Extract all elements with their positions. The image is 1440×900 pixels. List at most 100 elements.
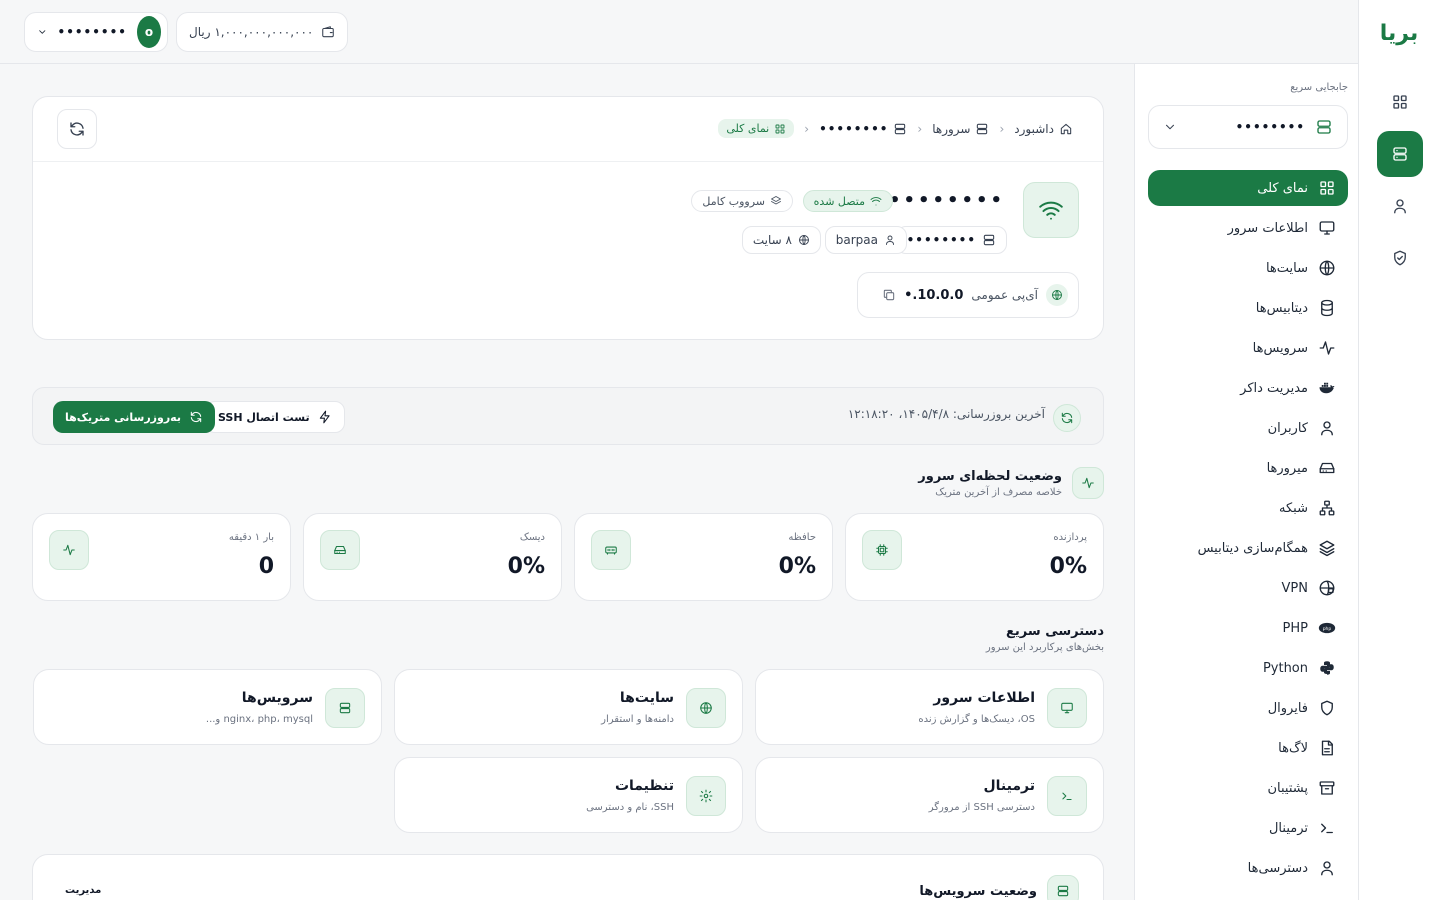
wifi-icon: [1039, 201, 1063, 220]
sync-icon: [1053, 404, 1081, 432]
sidebar-item-logs[interactable]: لاگ‌ها: [1148, 730, 1348, 766]
sidebar-item-label: ترمینال: [1268, 820, 1308, 836]
globe-icon: [1319, 260, 1335, 276]
sidebar-item-services[interactable]: سرویس‌ها: [1148, 330, 1348, 366]
quick-access-sites[interactable]: سایت‌ها دامنه‌ها و استقرار: [394, 669, 743, 745]
rail-security-button[interactable]: [1377, 235, 1423, 281]
breadcrumb-servers-label: سرورها: [932, 121, 971, 136]
status-badge: متصل شده: [802, 190, 893, 212]
quick-switch-select[interactable]: ••••••••: [1148, 105, 1348, 149]
sidebar-item-php[interactable]: php PHP: [1148, 610, 1348, 646]
server-icon: [325, 688, 365, 728]
breadcrumb-servers[interactable]: سرورها: [932, 122, 989, 136]
sidebar-item-label: لاگ‌ها: [1278, 740, 1308, 756]
metric-label: بار ۱ دقیقه: [228, 532, 274, 543]
server-icon: [1317, 120, 1331, 134]
balance-amount: ۱,۰۰۰,۰۰۰,۰۰۰,۰۰۰ ریال: [189, 25, 314, 39]
quick-access-title-label: اطلاعات سرور: [933, 690, 1035, 706]
sidebar-nav: نمای کلی اطلاعات سرور سایت‌ها دیتابیس‌ها…: [1148, 170, 1348, 890]
quick-access-header: دسترسی سریع بخش‌های پرکاربرد این سرور: [986, 624, 1104, 653]
refresh-metrics-label: به‌روزرسانی متریک‌ها: [65, 410, 181, 424]
sidebar-item-network[interactable]: شبکه: [1148, 490, 1348, 526]
wallet-icon: [322, 26, 335, 38]
refresh-metrics-button[interactable]: به‌روزرسانی متریک‌ها: [53, 401, 215, 433]
docker-icon: [1319, 382, 1335, 394]
chevron-left-icon: ‹: [804, 121, 810, 136]
sidebar-item-vpn[interactable]: VPN: [1148, 570, 1348, 606]
manage-link[interactable]: مدیریت: [65, 885, 101, 896]
wallet-balance[interactable]: ۱,۰۰۰,۰۰۰,۰۰۰,۰۰۰ ریال: [176, 12, 349, 52]
sidebar-item-overview[interactable]: نمای کلی: [1148, 170, 1348, 206]
stack-label: سرووب کامل: [702, 194, 765, 208]
monitor-icon: [1319, 221, 1335, 235]
sidebar-item-firewall[interactable]: فایروال: [1148, 690, 1348, 726]
user-menu[interactable]: o ••••••••: [24, 12, 168, 52]
refresh-button[interactable]: [57, 109, 97, 149]
rail-users-button[interactable]: [1377, 183, 1423, 229]
memory-icon: [591, 530, 631, 570]
sidebar-item-mirrors[interactable]: میرورها: [1148, 450, 1348, 486]
live-status-title: وضعیت لحظه‌ای سرور: [918, 468, 1062, 484]
quick-access-subtitle-label: دامنه‌ها و استقرار: [601, 714, 674, 725]
breadcrumb-home[interactable]: داشبورد: [1014, 122, 1073, 136]
sidebar-item-users[interactable]: کاربران: [1148, 410, 1348, 446]
copy-icon[interactable]: [882, 288, 896, 302]
cpu-icon: [862, 530, 902, 570]
activity-icon: [49, 530, 89, 570]
sidebar-item-db-sync[interactable]: همگام‌سازی دیتابیس: [1148, 530, 1348, 566]
metric-card-disk: دیسک 0%: [303, 513, 562, 601]
quick-switch-value: ••••••••: [1235, 120, 1305, 134]
shield-icon: [1321, 700, 1333, 716]
user-label: barpaa: [835, 233, 878, 247]
archive-icon: [1319, 781, 1335, 795]
gear-icon: [686, 776, 726, 816]
sidebar-item-python[interactable]: Python: [1148, 650, 1348, 686]
rail-dashboard-button[interactable]: [1377, 79, 1423, 125]
sidebar-item-server-info[interactable]: اطلاعات سرور: [1148, 210, 1348, 246]
ip-value: 10.0.0.•: [904, 287, 964, 303]
server-icon: [1393, 147, 1407, 161]
activity-icon: [1319, 341, 1335, 355]
user-icon: [886, 235, 894, 245]
sidebar-item-backup[interactable]: پشتیبان: [1148, 770, 1348, 806]
live-status-header: وضعیت لحظه‌ای سرور خلاصه مصرف از آخرین م…: [918, 467, 1104, 499]
ip-label: آی‌پی عمومی: [971, 288, 1038, 302]
quick-access-services[interactable]: سرویس‌ها nginx، php، mysql و...: [33, 669, 382, 745]
sidebar-item-label: Python: [1262, 660, 1308, 676]
header-divider: [33, 161, 1103, 162]
breadcrumb-server[interactable]: ••••••••: [819, 122, 907, 136]
metric-card-memory: حافظه 0%: [574, 513, 833, 601]
sidebar-item-databases[interactable]: دیتابیس‌ها: [1148, 290, 1348, 326]
hard-drive-icon: [1319, 462, 1335, 474]
sidebar-item-label: VPN: [1281, 580, 1308, 596]
server-status-icon: [1023, 182, 1079, 238]
monitor-icon: [1047, 688, 1087, 728]
activity-icon: [1072, 467, 1104, 499]
live-status-subtitle: خلاصه مصرف از آخرین متریک: [935, 486, 1062, 498]
sidebar-item-sites[interactable]: سایت‌ها: [1148, 250, 1348, 286]
quick-access-terminal[interactable]: ترمینال دسترسی SSH از مرورگر: [755, 757, 1104, 833]
rail-servers-button[interactable]: [1377, 131, 1423, 177]
brand-logo[interactable]: بریا: [1368, 18, 1430, 50]
quick-access-title-label: تنظیمات: [614, 778, 674, 794]
stack-badge: سرووب کامل: [691, 190, 793, 212]
quick-access-title-label: سایت‌ها: [619, 690, 674, 706]
layers-icon: [771, 196, 781, 205]
svg-text:php: php: [1323, 626, 1332, 632]
sidebar-item-terminal[interactable]: ترمینال: [1148, 810, 1348, 846]
quick-access-server-info[interactable]: اطلاعات سرور OS، دیسک‌ها و گزارش زنده: [755, 669, 1104, 745]
user-icon: [1394, 199, 1406, 214]
test-ssh-button[interactable]: تست اتصال SSH: [205, 401, 345, 433]
sidebar-item-label: فایروال: [1267, 700, 1308, 716]
sidebar-item-docker[interactable]: مدیریت داکر: [1148, 370, 1348, 406]
quick-access-settings[interactable]: تنظیمات SSH، نام و دسترسی: [394, 757, 743, 833]
quick-access-subtitle-label: OS، دیسک‌ها و گزارش زنده: [918, 714, 1035, 725]
sidebar-item-access[interactable]: دسترسی‌ها: [1148, 850, 1348, 886]
dashboard-icon: [775, 124, 785, 133]
hard-drive-icon: [320, 530, 360, 570]
breadcrumb-server-label: ••••••••: [819, 121, 889, 136]
quick-access-subtitle-label: دسترسی SSH از مرورگر: [928, 802, 1035, 813]
quick-access-title-label: ترمینال: [983, 778, 1035, 794]
server-icon: [977, 123, 988, 134]
host-label: ••••••••: [906, 233, 976, 247]
